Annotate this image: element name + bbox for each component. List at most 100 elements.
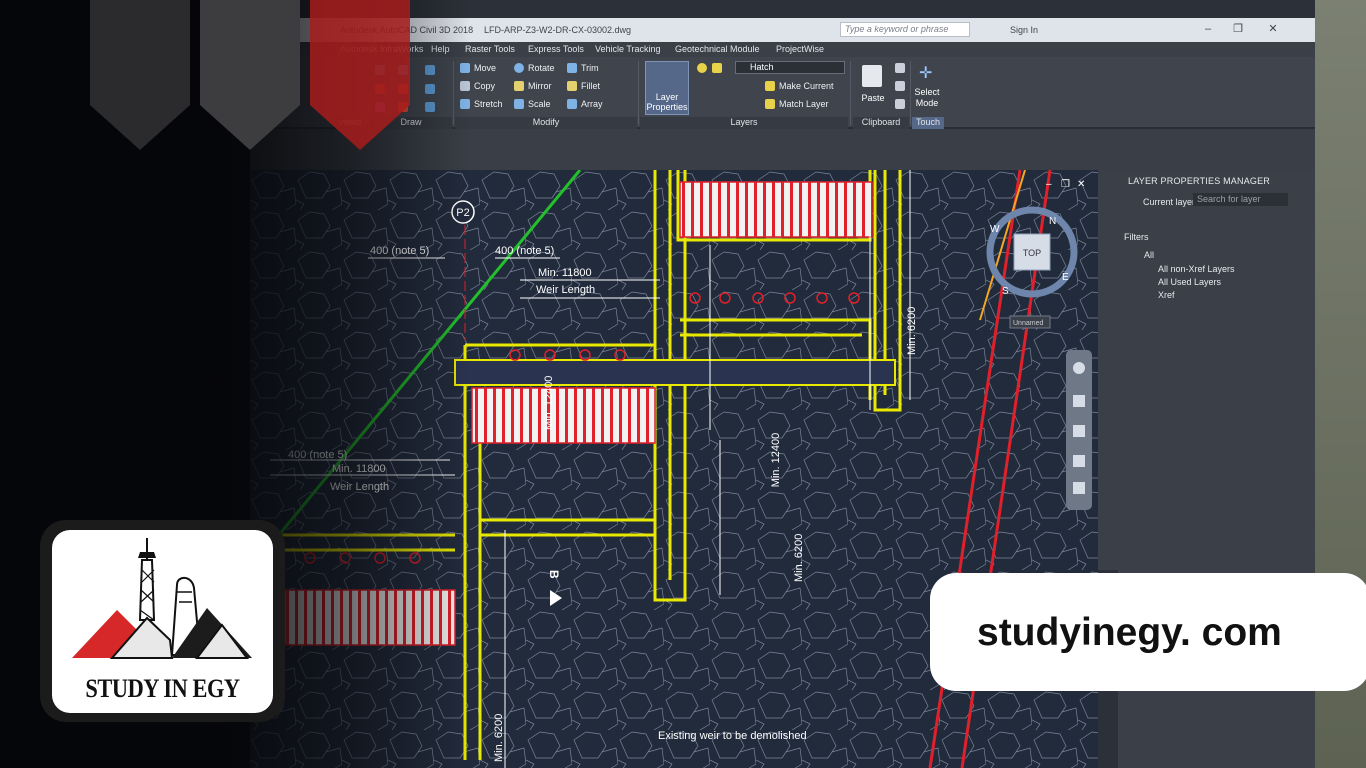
grid-label: P2 <box>456 207 469 219</box>
close-icon[interactable]: ✕ <box>1260 21 1286 38</box>
dim-label: Min. 6200 <box>906 307 918 355</box>
make-current-icon <box>765 81 775 91</box>
mirror-icon <box>514 81 524 91</box>
layer-panel-title: LAYER PROPERTIES MANAGER <box>1128 176 1271 186</box>
viewport-restore-icon[interactable]: ❐ <box>1061 179 1070 190</box>
red-bar-panel-1 <box>679 181 873 238</box>
menu-express-tools[interactable]: Express Tools <box>528 44 584 54</box>
dim-label: Min. 11800 <box>538 267 592 279</box>
yellow-channel <box>454 359 896 386</box>
copy-button[interactable]: Copy <box>460 81 495 91</box>
section-label: B <box>547 570 561 579</box>
dim-label: Min. 12400 <box>543 376 555 430</box>
match-layer-icon <box>765 99 775 109</box>
red-bar-panel-3 <box>284 589 456 646</box>
dim-label: Weir Length <box>536 284 595 296</box>
paste-special-icon[interactable] <box>895 99 905 109</box>
filter-used[interactable]: All Used Layers <box>1158 277 1221 287</box>
region-icon[interactable] <box>425 102 435 112</box>
chevron-decoration <box>90 0 190 150</box>
layer-dropdown[interactable]: Hatch <box>735 61 845 74</box>
dim-label: Existing weir to be demolished <box>658 730 807 742</box>
trim-icon <box>567 63 577 73</box>
cut-icon[interactable] <box>895 63 905 73</box>
fillet-icon <box>567 81 577 91</box>
ribbon-separator <box>453 61 454 125</box>
dim-label: 400 (note 5) <box>288 449 347 461</box>
menu-projectwise[interactable]: ProjectWise <box>776 44 824 54</box>
viewport-minimize-icon[interactable]: – <box>1046 179 1052 190</box>
sign-in-link[interactable]: Sign In <box>1010 25 1038 35</box>
panel-label-modify[interactable]: Modify <box>455 117 637 129</box>
ribbon-separator <box>638 61 639 125</box>
hatch-icon[interactable] <box>425 84 435 94</box>
layer-search-input[interactable]: Search for layer <box>1193 193 1288 206</box>
move-icon <box>460 63 470 73</box>
array-icon <box>567 99 577 109</box>
ribbon-separator <box>910 61 911 125</box>
copy-clip-icon[interactable] <box>895 81 905 91</box>
logo-inner: STUDY IN EGY <box>52 530 273 713</box>
scale-icon <box>514 99 524 109</box>
compass-w: W <box>990 224 1000 235</box>
dim-label: Min. 12400 <box>770 433 782 487</box>
menu-geotechnical[interactable]: Geotechnical Module <box>675 44 760 54</box>
clipboard-icon <box>862 65 882 87</box>
layer-properties-button[interactable]: Layer Properties <box>645 61 689 115</box>
layer-on-icon[interactable] <box>697 63 707 73</box>
rotate-icon <box>514 63 524 73</box>
website-url: studyinegy. com <box>977 611 1282 654</box>
mirror-button[interactable]: Mirror <box>514 81 552 91</box>
make-current-button[interactable]: Make Current <box>765 81 834 91</box>
restore-icon[interactable]: ❐ <box>1225 21 1251 38</box>
panel-label-touch: Touch <box>912 117 944 129</box>
circle-icon[interactable] <box>425 65 435 75</box>
ucs-dropdown[interactable]: Unnamed <box>1013 320 1043 327</box>
panel-label-layers[interactable]: Layers <box>640 117 848 129</box>
fillet-button[interactable]: Fillet <box>567 81 600 91</box>
logo-text: STUDY IN EGY <box>85 674 240 703</box>
viewport-close-icon[interactable]: ✕ <box>1077 179 1085 190</box>
menu-help[interactable]: Help <box>431 44 450 54</box>
red-bar-panel-2 <box>471 387 656 444</box>
stretch-button[interactable]: Stretch <box>460 99 503 109</box>
match-layer-button[interactable]: Match Layer <box>765 99 829 109</box>
dim-label: 400 (note 5) <box>370 245 429 257</box>
filter-all[interactable]: All <box>1144 250 1154 260</box>
filter-non-xref[interactable]: All non-Xref Layers <box>1158 264 1235 274</box>
panel-label-clipboard: Clipboard <box>853 117 909 129</box>
filters-label: Filters <box>1124 232 1149 242</box>
minimize-icon[interactable]: – <box>1195 21 1221 38</box>
ribbon-separator <box>850 61 851 125</box>
copy-icon <box>460 81 470 91</box>
dim-label: 400 (note 5) <box>495 245 554 257</box>
dim-label: Weir Length <box>330 481 389 493</box>
chevron-decoration <box>310 0 410 150</box>
dim-label: Min. 6200 <box>493 714 505 762</box>
array-button[interactable]: Array <box>567 99 603 109</box>
search-input[interactable]: Type a keyword or phrase <box>840 22 970 37</box>
dim-label: Min. 11800 <box>332 463 386 475</box>
chevron-decoration <box>200 0 300 150</box>
current-layer-label: Current layer <box>1143 197 1196 207</box>
logo-card: STUDY IN EGY <box>40 520 285 722</box>
viewcube-top[interactable]: TOP <box>1023 248 1041 258</box>
compass-s: S <box>1002 286 1009 297</box>
website-badge: studyinegy. com <box>930 573 1366 691</box>
layer-freeze-icon[interactable] <box>712 63 722 73</box>
scale-button[interactable]: Scale <box>514 99 551 109</box>
move-button[interactable]: Move <box>460 63 496 73</box>
trim-button[interactable]: Trim <box>567 63 599 73</box>
dim-label: Min. 6200 <box>793 534 805 582</box>
crosshair-icon: ✛ <box>919 65 933 82</box>
menu-raster-tools[interactable]: Raster Tools <box>465 44 515 54</box>
compass-n: N <box>1049 216 1056 227</box>
rotate-button[interactable]: Rotate <box>514 63 555 73</box>
menu-vehicle-tracking[interactable]: Vehicle Tracking <box>595 44 661 54</box>
stretch-icon <box>460 99 470 109</box>
cairo-tower-logo-icon <box>72 538 252 659</box>
tool-palette-strip[interactable] <box>1098 170 1118 570</box>
file-name: LFD-ARP-Z3-W2-DR-CX-03002.dwg <box>484 25 632 35</box>
filter-xref[interactable]: Xref <box>1158 290 1175 300</box>
compass-e: E <box>1062 272 1069 283</box>
